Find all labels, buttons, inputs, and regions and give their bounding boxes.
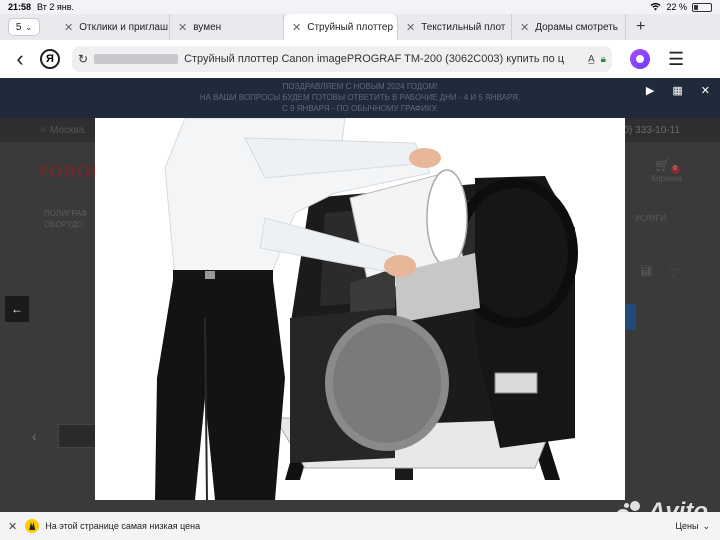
holiday-banner: ПОЗДРАВЛЯЕМ С НОВЫМ 2024 ГОДОМ! НА ВАШИ … <box>0 78 720 118</box>
prev-image-button[interactable]: ← <box>5 296 29 322</box>
tab-label: Дорамы смотреть <box>535 21 619 33</box>
battery-percent: 22 % <box>666 2 687 12</box>
battery-icon <box>692 2 712 12</box>
address-bar[interactable]: ↻ Струйный плоттер Canon imagePROGRAF TM… <box>72 46 612 72</box>
cart-button[interactable]: 🛒︎ 0 Корзина <box>652 158 682 183</box>
location-pin-icon: ⌾ <box>40 124 46 136</box>
banner-line: С 9 ЯНВАРЯ - ПО ОБЫЧНОМУ ГРАФИКУ. <box>282 104 438 113</box>
market-logo-icon <box>25 519 40 533</box>
close-tab-icon[interactable]: ✕ <box>520 21 529 34</box>
hamburger-menu-icon[interactable]: ☰ <box>668 49 684 70</box>
reload-icon[interactable]: ↻ <box>78 52 88 66</box>
chevron-down-icon: ⌄ <box>25 22 33 32</box>
banner-line: НА ВАШИ ВОПРОСЫ БУДЕМ ГОТОВЫ ОТВЕТИТЬ В … <box>199 93 521 102</box>
tab-4[interactable]: ✕ Дорамы смотреть <box>512 14 626 40</box>
price-info-bar: ✕ На этой странице самая низкая цена Цен… <box>0 512 720 540</box>
tab-label: Отклики и приглаш <box>79 21 168 33</box>
tab-count: 5 <box>15 21 22 33</box>
arrow-left-icon: ← <box>11 302 23 316</box>
cart-label: Корзина <box>651 174 682 183</box>
city-name[interactable]: Москва <box>50 125 84 136</box>
buy-button-edge[interactable] <box>624 304 636 330</box>
new-tab-icon[interactable]: + <box>636 18 645 36</box>
cart-icon: 🛒︎ <box>654 158 671 173</box>
translate-icon[interactable]: A̲ <box>588 54 595 65</box>
blurred-domain <box>94 54 179 64</box>
chevron-down-icon: ⌄ <box>702 520 710 531</box>
tab-0[interactable]: ✕ Отклики и приглаш <box>56 14 170 40</box>
status-time: 21:58 <box>8 2 32 12</box>
status-date: Вт 2 янв. <box>37 2 74 12</box>
tab-2[interactable]: ✕ Струйный плоттер <box>284 14 398 40</box>
close-tab-icon[interactable]: ✕ <box>64 21 73 34</box>
menu-line: ПОЛИГРАФ <box>44 209 88 218</box>
phone-number[interactable]: 0) 333-10-11 <box>623 125 680 136</box>
tab-label: Струйный плоттер <box>307 21 394 33</box>
menu-line: ОБОРУДО <box>44 220 84 229</box>
tab-label: Текстильный плот <box>421 21 506 33</box>
tab-count-button[interactable]: 5 ⌄ <box>8 18 40 36</box>
heart-icon[interactable]: ♡ <box>668 266 679 280</box>
cart-badge: 0 <box>670 165 680 174</box>
tab-1[interactable]: ✕ вумен <box>170 14 284 40</box>
grid-icon[interactable]: ▦ <box>672 84 682 97</box>
banner-line: ПОЗДРАВЛЯЕМ С НОВЫМ 2024 ГОДОМ! <box>282 82 438 91</box>
close-tab-icon[interactable]: ✕ <box>292 21 301 34</box>
plotter-photo <box>95 118 625 500</box>
site-logo[interactable]: FOROF <box>38 162 103 182</box>
yandex-logo-icon[interactable]: Я <box>40 49 60 69</box>
product-image[interactable] <box>95 118 625 500</box>
thumbnail[interactable] <box>58 424 96 448</box>
alice-assistant-icon[interactable] <box>630 49 650 69</box>
tab-3[interactable]: ✕ Текстильный плот <box>398 14 512 40</box>
compare-icon[interactable]: 📊︎ <box>640 266 653 277</box>
browser-window: 21:58 Вт 2 янв. 22 % 5 ⌄ ✕ Отклики и приг… <box>0 0 720 540</box>
prices-label: Цены <box>675 521 699 531</box>
tab-label: вумен <box>193 21 222 33</box>
close-tab-icon[interactable]: ✕ <box>178 21 187 34</box>
wifi-icon <box>650 2 661 13</box>
tab-bar: 5 ⌄ ✕ Отклики и приглаш ✕ вумен ✕ Струйный … <box>0 14 720 40</box>
play-icon[interactable]: ▶ <box>646 84 654 97</box>
status-right: 22 % <box>650 2 712 13</box>
thumb-prev-icon[interactable]: ‹ <box>32 428 37 444</box>
services-menu-item[interactable]: УСЛУГИ <box>635 214 666 223</box>
page-title-text: Струйный плоттер Canon imagePROGRAF TM-2… <box>184 53 565 65</box>
prices-button[interactable]: Цены ⌄ <box>675 521 710 532</box>
close-icon[interactable]: ✕ <box>701 84 710 97</box>
lock-icon[interactable]: 🔒︎ <box>601 54 606 65</box>
back-icon[interactable]: ‹ <box>0 46 40 72</box>
nav-bar: ‹ Я ↻ Струйный плоттер Canon imagePROGRA… <box>0 40 720 78</box>
close-icon[interactable]: ✕ <box>8 520 17 533</box>
lightbox-controls: ▶ ▦ ✕ <box>646 84 710 97</box>
status-bar: 21:58 Вт 2 янв. 22 % <box>0 0 720 14</box>
close-tab-icon[interactable]: ✕ <box>406 21 415 34</box>
catalog-menu-item[interactable]: ПОЛИГРАФ ОБОРУДО <box>44 208 87 230</box>
price-message: На этой странице самая низкая цена <box>45 521 201 531</box>
